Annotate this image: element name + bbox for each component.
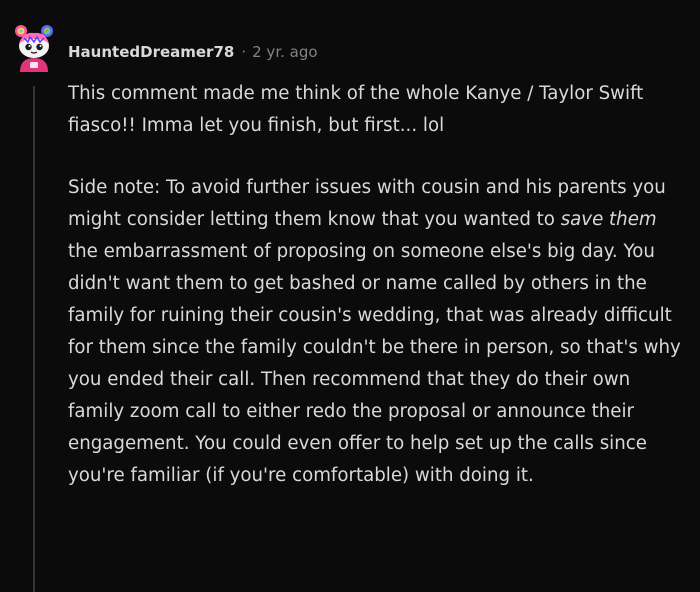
- user-avatar-icon[interactable]: [10, 22, 58, 74]
- emphasized-text: save them: [560, 209, 657, 230]
- comment: HauntedDreamer78 · 2 yr. ago This commen…: [0, 0, 700, 592]
- comment-timestamp[interactable]: 2 yr. ago: [252, 43, 317, 61]
- thread-line[interactable]: [33, 86, 35, 592]
- comment-paragraph: This comment made me think of the whole …: [68, 83, 644, 136]
- comment-paragraph: Side note: To avoid further issues with …: [68, 172, 683, 492]
- meta-separator: ·: [241, 43, 247, 61]
- username-link[interactable]: HauntedDreamer78: [68, 43, 234, 61]
- comment-header: HauntedDreamer78 · 2 yr. ago: [68, 40, 318, 64]
- comment-body: This comment made me think of the whole …: [68, 78, 683, 492]
- paragraph-text: the embarrassment of proposing on someon…: [68, 241, 681, 486]
